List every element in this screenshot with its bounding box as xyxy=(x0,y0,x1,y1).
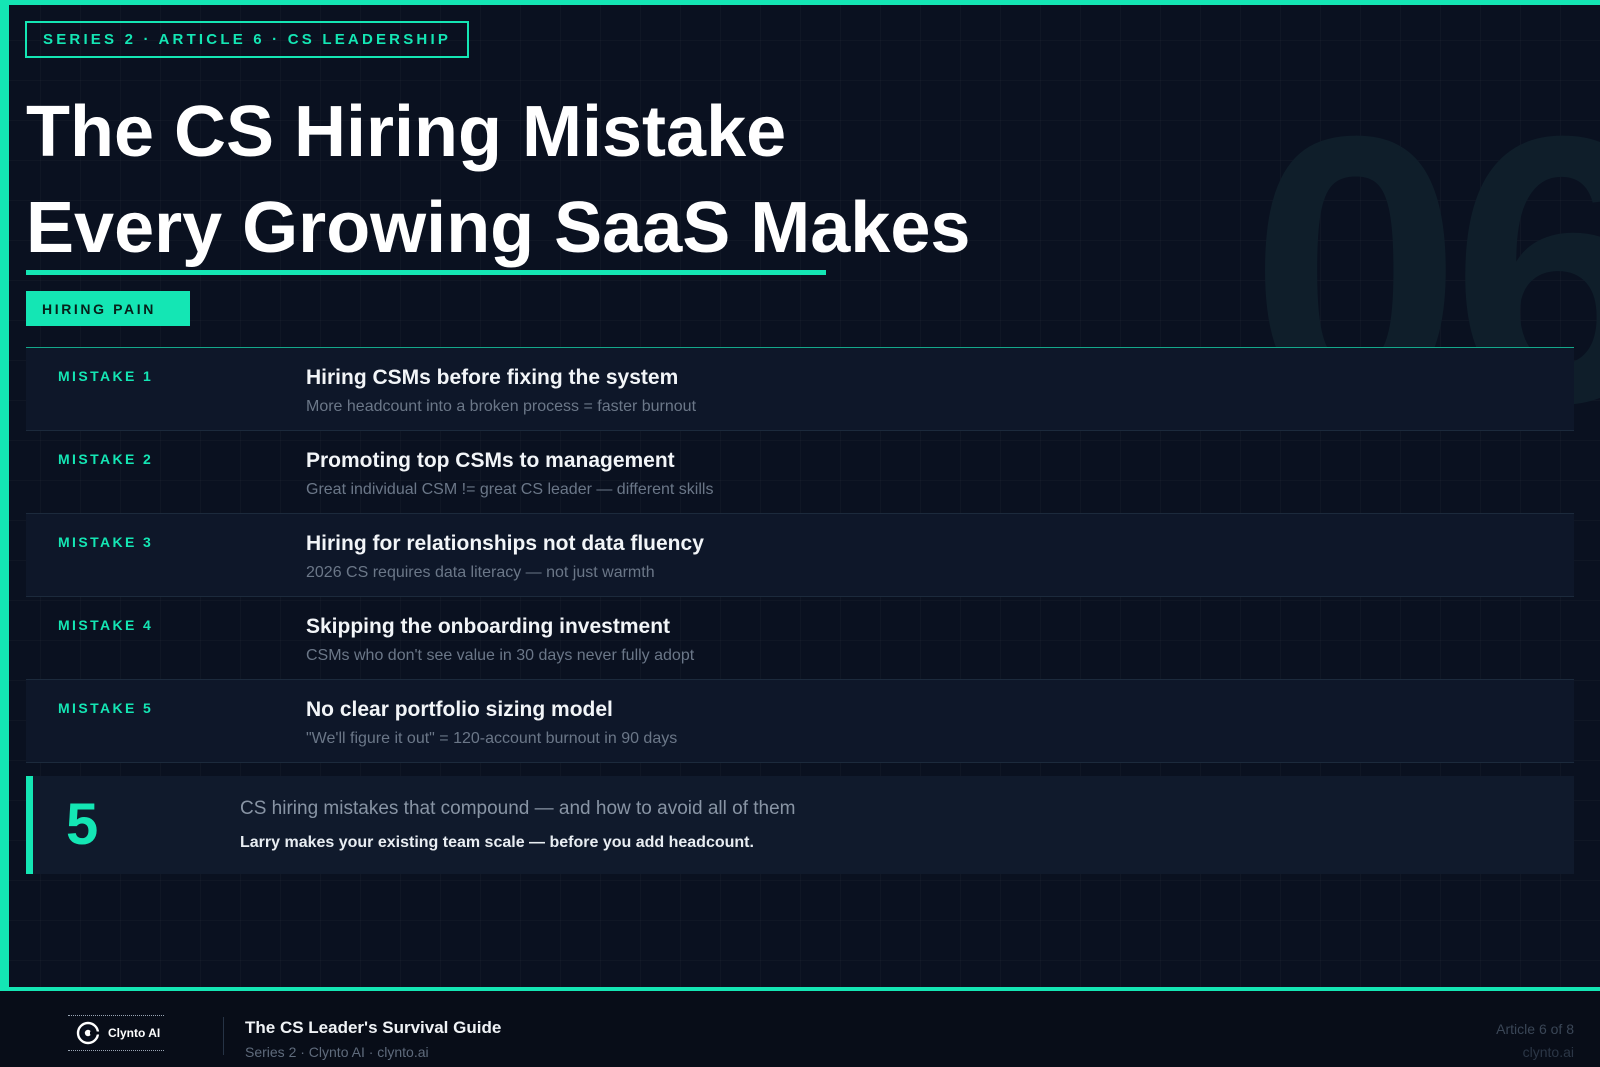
mistake-title: No clear portfolio sizing model xyxy=(306,698,613,721)
page-title: The CS Hiring Mistake Every Growing SaaS… xyxy=(26,84,1226,276)
series-tag: SERIES 2 · ARTICLE 6 · CS LEADERSHIP xyxy=(25,21,470,58)
company-logo[interactable]: Clynto AI xyxy=(68,1015,164,1051)
logo-text: Clynto AI xyxy=(108,1026,161,1040)
list-item: MISTAKE 1 Hiring CSMs before fixing the … xyxy=(26,348,1574,431)
guide-subtitle: Series 2 · Clynto AI · clynto.ai xyxy=(245,1044,429,1060)
list-item: MISTAKE 3 Hiring for relationships not d… xyxy=(26,514,1574,597)
mistake-title: Hiring CSMs before fixing the system xyxy=(306,366,679,389)
mistake-label: MISTAKE 4 xyxy=(58,617,154,633)
title-underline xyxy=(26,270,826,275)
left-accent-bar xyxy=(0,0,9,990)
mistake-description: More headcount into a broken process = f… xyxy=(306,398,697,415)
summary-number: 5 xyxy=(66,792,99,857)
mistake-description: Great individual CSM != great CS leader … xyxy=(306,481,714,498)
summary-tagline: Larry makes your existing team scale — b… xyxy=(240,834,754,851)
article-slide: 06 SERIES 2 · ARTICLE 6 · CS LEADERSHIP … xyxy=(0,0,1600,1067)
mistake-label: MISTAKE 5 xyxy=(58,700,154,716)
list-item: MISTAKE 4 Skipping the onboarding invest… xyxy=(26,597,1574,680)
top-accent-bar xyxy=(0,0,1600,5)
summary-callout: 5 CS hiring mistakes that compound — and… xyxy=(26,776,1574,874)
mistake-title: Promoting top CSMs to management xyxy=(306,449,675,472)
list-item: MISTAKE 5 No clear portfolio sizing mode… xyxy=(26,680,1574,763)
title-line-2: Every Growing SaaS Makes xyxy=(26,188,971,268)
mistake-list: MISTAKE 1 Hiring CSMs before fixing the … xyxy=(26,347,1574,763)
summary-text: CS hiring mistakes that compound — and h… xyxy=(240,798,796,819)
mistake-label: MISTAKE 1 xyxy=(58,368,154,384)
mistake-description: 2026 CS requires data literacy — not jus… xyxy=(306,564,655,581)
mistake-description: CSMs who don't see value in 30 days neve… xyxy=(306,647,695,664)
title-line-1: The CS Hiring Mistake xyxy=(26,92,787,172)
mistake-title: Hiring for relationships not data fluenc… xyxy=(306,532,704,555)
mistake-description: "We'll figure it out" = 120-account burn… xyxy=(306,730,678,747)
footer: Clynto AI The CS Leader's Survival Guide… xyxy=(0,991,1600,1067)
footer-domain-link[interactable]: clynto.ai xyxy=(1523,1044,1574,1060)
clynto-logo-icon xyxy=(76,1021,100,1045)
mistake-title: Skipping the onboarding investment xyxy=(306,615,671,638)
footer-divider xyxy=(223,1017,224,1055)
category-badge: HIRING PAIN xyxy=(26,291,190,326)
list-item: MISTAKE 2 Promoting top CSMs to manageme… xyxy=(26,431,1574,514)
article-counter: Article 6 of 8 xyxy=(1496,1021,1574,1037)
mistake-label: MISTAKE 3 xyxy=(58,534,154,550)
mistake-label: MISTAKE 2 xyxy=(58,451,154,467)
guide-title: The CS Leader's Survival Guide xyxy=(245,1018,502,1037)
